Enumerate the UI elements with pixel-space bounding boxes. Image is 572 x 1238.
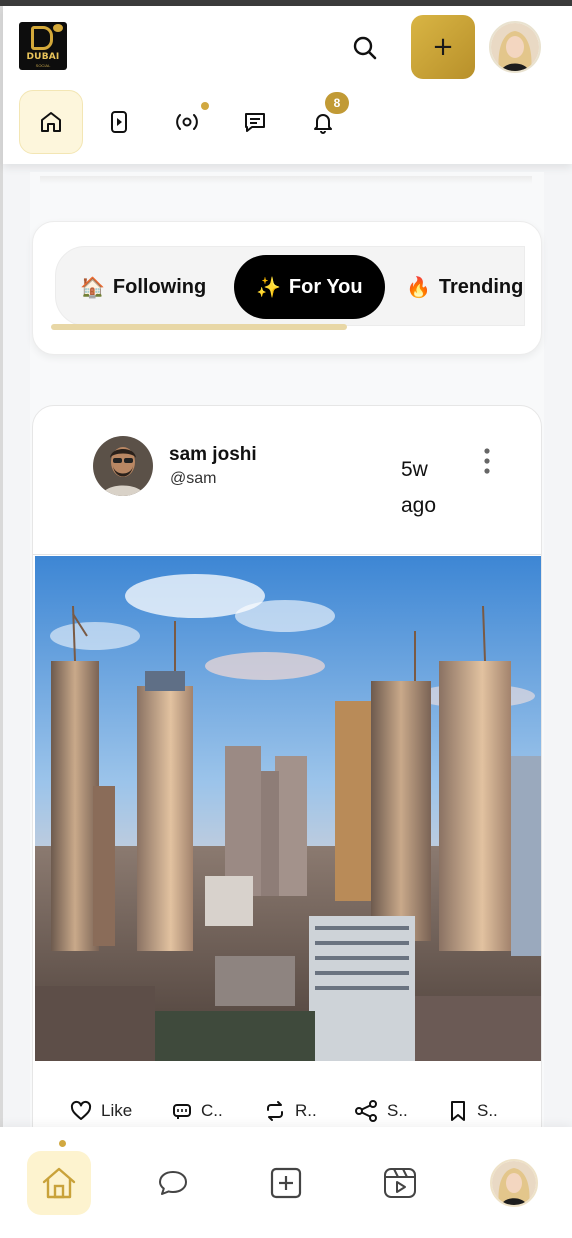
post-more-button[interactable] <box>479 446 495 476</box>
post-author-handle[interactable]: @sam <box>170 470 216 488</box>
video-icon <box>111 111 127 133</box>
tab-label: Following <box>112 275 207 298</box>
notification-badge: 8 <box>325 92 349 114</box>
live-indicator-dot <box>201 102 209 110</box>
plus-icon: + <box>432 32 454 62</box>
home-active-dot <box>59 1140 66 1147</box>
logo-mark <box>31 26 53 50</box>
live-icon <box>176 114 198 130</box>
tab-trending[interactable]: 🔥 Trending <box>406 255 523 319</box>
author-avatar-image <box>93 436 153 496</box>
nav-home[interactable] <box>19 90 83 154</box>
search-button[interactable] <box>349 32 381 64</box>
nav-live[interactable] <box>155 90 219 154</box>
like-label: Like <box>101 1101 133 1120</box>
post-author-avatar[interactable] <box>93 436 153 496</box>
feed-top-fade <box>40 176 532 184</box>
logo-text: DUBAI <box>26 52 60 62</box>
chat-bubble-icon <box>159 1171 187 1195</box>
home-icon <box>41 112 61 132</box>
tab-for-you[interactable]: ✨ For You <box>234 255 385 319</box>
top-header: DUBAI SOCIAL + 8 <box>3 6 572 164</box>
add-square-icon <box>270 1167 302 1199</box>
bottom-nav <box>0 1127 572 1238</box>
bottom-nav-reels[interactable] <box>368 1151 432 1215</box>
profile-avatar[interactable] <box>489 21 541 73</box>
like-button[interactable]: Like <box>69 1094 132 1128</box>
sparkles-emoji-icon: ✨ <box>256 275 281 299</box>
share-label: S.. <box>387 1101 408 1120</box>
feed-tabs-card: 🏠 Following ✨ For You 🔥 Trending <box>32 221 542 355</box>
app-logo[interactable]: DUBAI SOCIAL <box>19 22 67 70</box>
feed-tabs: 🏠 Following ✨ For You 🔥 Trending <box>55 246 525 326</box>
create-post-button[interactable]: + <box>411 15 475 79</box>
save-label: S.. <box>477 1101 498 1120</box>
more-vertical-icon <box>484 448 490 474</box>
bottom-nav-profile-avatar[interactable] <box>490 1159 538 1207</box>
repost-label: R.. <box>295 1101 317 1120</box>
city-skyline-image <box>35 556 541 1061</box>
repost-button[interactable]: R.. <box>263 1094 317 1128</box>
tabs-scroll-indicator <box>51 324 347 330</box>
logo-dot <box>53 24 63 32</box>
bottom-nav-create[interactable] <box>254 1151 318 1215</box>
chat-icon <box>245 113 265 132</box>
reels-icon <box>384 1168 416 1198</box>
comment-button[interactable]: C.. <box>171 1094 223 1128</box>
tab-label: Trending <box>438 275 524 298</box>
tab-following[interactable]: 🏠 Following <box>80 255 206 319</box>
save-button[interactable]: S.. <box>447 1094 498 1128</box>
logo-subtext: SOCIAL <box>35 63 51 68</box>
share-button[interactable]: S.. <box>353 1094 408 1128</box>
comment-icon <box>173 1104 191 1119</box>
fire-emoji-icon: 🔥 <box>406 275 431 299</box>
post-timestamp: 5w ago <box>401 458 437 517</box>
avatar-image <box>491 23 539 71</box>
house-emoji-icon: 🏠 <box>80 275 105 299</box>
post-card: sam joshi @sam 5w ago Like C.. R.. S.. S… <box>32 405 542 1165</box>
nav-messages[interactable] <box>223 90 287 154</box>
post-actions: Like C.. R.. S.. S.. <box>33 1094 541 1128</box>
left-edge <box>0 6 3 1238</box>
tab-label: For You <box>288 275 363 298</box>
post-image[interactable] <box>35 556 541 1061</box>
search-icon <box>353 36 377 60</box>
home-icon <box>42 1167 76 1199</box>
bookmark-icon <box>451 1101 465 1121</box>
bottom-nav-home[interactable] <box>27 1151 91 1215</box>
repost-icon <box>267 1101 283 1121</box>
bottom-nav-chat[interactable] <box>141 1151 205 1215</box>
post-author-name[interactable]: sam joshi <box>169 444 257 466</box>
nav-videos[interactable] <box>87 90 151 154</box>
avatar-image <box>492 1161 536 1205</box>
heart-icon <box>70 1100 92 1120</box>
comment-label: C.. <box>201 1101 223 1120</box>
post-divider <box>33 554 541 555</box>
share-icon <box>355 1100 377 1122</box>
